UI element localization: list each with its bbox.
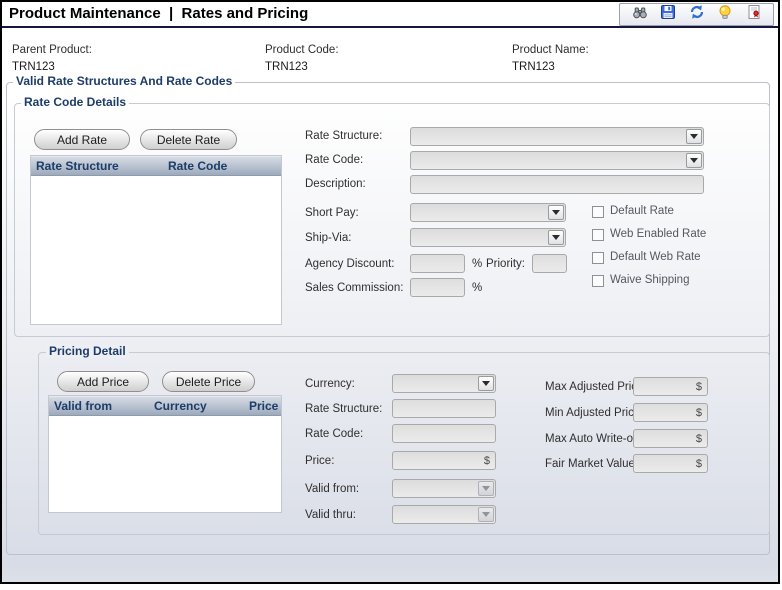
priority-label: Priority: — [486, 258, 525, 270]
product-name-label: Product Name: — [512, 44, 589, 56]
max-auto-writeoff-input[interactable]: $ — [633, 429, 708, 448]
valid-rates-groupbox-legend: Valid Rate Structures And Rate Codes — [13, 75, 236, 88]
page-title: Product Maintenance | Rates and Pricing — [9, 5, 309, 22]
rate-structure-label: Rate Structure: — [305, 130, 383, 142]
short-pay-label: Short Pay: — [305, 207, 359, 219]
price-dollar-suffix: $ — [483, 454, 490, 467]
max-adjusted-price-label: Max Adjusted Price: — [545, 381, 647, 393]
binoculars-icon — [632, 4, 648, 25]
product-code-label: Product Code: — [265, 44, 339, 56]
pricing-rate-code-input[interactable] — [392, 424, 496, 443]
rate-code-label: Rate Code: — [305, 154, 364, 166]
lightbulb-icon — [717, 4, 733, 25]
default-rate-checkbox[interactable] — [592, 206, 604, 218]
prices-col-price: Price — [249, 398, 279, 413]
report-document-icon — [746, 4, 762, 25]
agency-discount-label: Agency Discount: — [305, 258, 395, 270]
web-enabled-rate-checkbox[interactable] — [592, 229, 604, 241]
product-maintenance-window: Product Maintenance | Rates and Pricing — [0, 0, 782, 590]
default-web-rate-checkbox[interactable] — [592, 252, 604, 264]
add-price-button-label: Add Price — [76, 374, 130, 389]
description-input[interactable] — [410, 175, 704, 194]
max-adjusted-price-dollar-suffix: $ — [695, 380, 702, 393]
valid-from-label: Valid from: — [305, 483, 360, 495]
parent-product-label: Parent Product: — [12, 44, 92, 56]
sales-commission-label: Sales Commission: — [305, 282, 404, 294]
rates-list-body[interactable] — [31, 176, 281, 324]
prices-list-body[interactable] — [49, 416, 281, 512]
pricing-rate-code-label: Rate Code: — [305, 428, 364, 440]
short-pay-combo[interactable] — [410, 203, 566, 222]
waive-shipping-checkbox-label: Waive Shipping — [610, 274, 690, 286]
ship-via-combo[interactable] — [410, 228, 566, 247]
rates-col-rate-structure: Rate Structure — [36, 158, 119, 173]
chevron-down-icon[interactable] — [478, 507, 494, 522]
delete-rate-button-label: Delete Rate — [156, 132, 221, 147]
max-auto-writeoff-dollar-suffix: $ — [695, 432, 702, 445]
find-button[interactable] — [631, 6, 649, 24]
add-price-button[interactable]: Add Price — [57, 371, 149, 392]
product-code-value: TRN123 — [265, 61, 308, 73]
add-rate-button[interactable]: Add Rate — [34, 129, 130, 150]
currency-label: Currency: — [305, 378, 355, 390]
parent-product-value: TRN123 — [12, 61, 55, 73]
valid-thru-datepicker[interactable] — [392, 505, 496, 524]
rate-code-combo[interactable] — [410, 151, 704, 170]
description-label: Description: — [305, 178, 366, 190]
sales-commission-input[interactable] — [410, 278, 465, 297]
chevron-down-icon[interactable] — [686, 129, 702, 144]
fair-market-value-dollar-suffix: $ — [695, 457, 702, 470]
agency-discount-percent: % — [472, 258, 483, 270]
min-adjusted-price-dollar-suffix: $ — [695, 406, 702, 419]
product-name-value: TRN123 — [512, 61, 555, 73]
chevron-down-icon[interactable] — [478, 376, 494, 391]
price-input[interactable]: $ — [392, 451, 496, 470]
default-web-rate-checkbox-label: Default Web Rate — [610, 251, 701, 263]
hint-button[interactable] — [716, 4, 734, 25]
pricing-detail-legend: Pricing Detail — [46, 345, 129, 358]
rate-structure-combo[interactable] — [410, 127, 704, 146]
rate-code-details-legend: Rate Code Details — [21, 96, 130, 109]
sales-commission-percent: % — [472, 282, 483, 294]
rates-list: Rate Structure Rate Code — [30, 155, 282, 325]
add-rate-button-label: Add Rate — [56, 132, 108, 147]
prices-col-currency: Currency — [154, 398, 207, 413]
chevron-down-icon[interactable] — [478, 481, 494, 496]
rates-col-rate-code: Rate Code — [168, 158, 228, 173]
refresh-icon — [689, 4, 705, 25]
chevron-down-icon[interactable] — [548, 205, 564, 220]
agency-discount-input[interactable] — [410, 254, 465, 273]
delete-price-button-label: Delete Price — [175, 374, 242, 389]
ship-via-label: Ship-Via: — [305, 232, 352, 244]
currency-combo[interactable] — [392, 374, 496, 393]
price-label: Price: — [305, 455, 335, 467]
prices-list-header: Valid from Currency Price — [49, 396, 281, 416]
valid-thru-label: Valid thru: — [305, 509, 356, 521]
chevron-down-icon[interactable] — [686, 153, 702, 168]
valid-from-datepicker[interactable] — [392, 479, 496, 498]
priority-input[interactable] — [532, 254, 567, 273]
delete-rate-button[interactable]: Delete Rate — [140, 129, 237, 150]
pricing-rate-structure-input[interactable] — [392, 399, 496, 418]
refresh-button[interactable] — [688, 4, 706, 25]
max-adjusted-price-input[interactable]: $ — [633, 377, 708, 396]
min-adjusted-price-input[interactable]: $ — [633, 403, 708, 422]
report-button[interactable] — [745, 4, 763, 25]
default-rate-checkbox-label: Default Rate — [610, 205, 674, 217]
prices-list: Valid from Currency Price — [48, 395, 282, 513]
save-button[interactable] — [659, 4, 677, 25]
fair-market-value-label: Fair Market Value: — [545, 458, 639, 470]
fair-market-value-input[interactable]: $ — [633, 454, 708, 473]
prices-col-valid-from: Valid from — [54, 398, 113, 413]
chevron-down-icon[interactable] — [548, 230, 564, 245]
toolbar — [619, 3, 774, 26]
min-adjusted-price-label: Min Adjusted Price — [545, 407, 641, 419]
delete-price-button[interactable]: Delete Price — [162, 371, 255, 392]
pricing-rate-structure-label: Rate Structure: — [305, 403, 383, 415]
rates-list-header: Rate Structure Rate Code — [31, 156, 281, 176]
waive-shipping-checkbox[interactable] — [592, 275, 604, 287]
web-enabled-rate-checkbox-label: Web Enabled Rate — [610, 228, 707, 240]
save-floppy-icon — [660, 4, 676, 25]
max-auto-writeoff-label: Max Auto Write-off: — [545, 433, 643, 445]
